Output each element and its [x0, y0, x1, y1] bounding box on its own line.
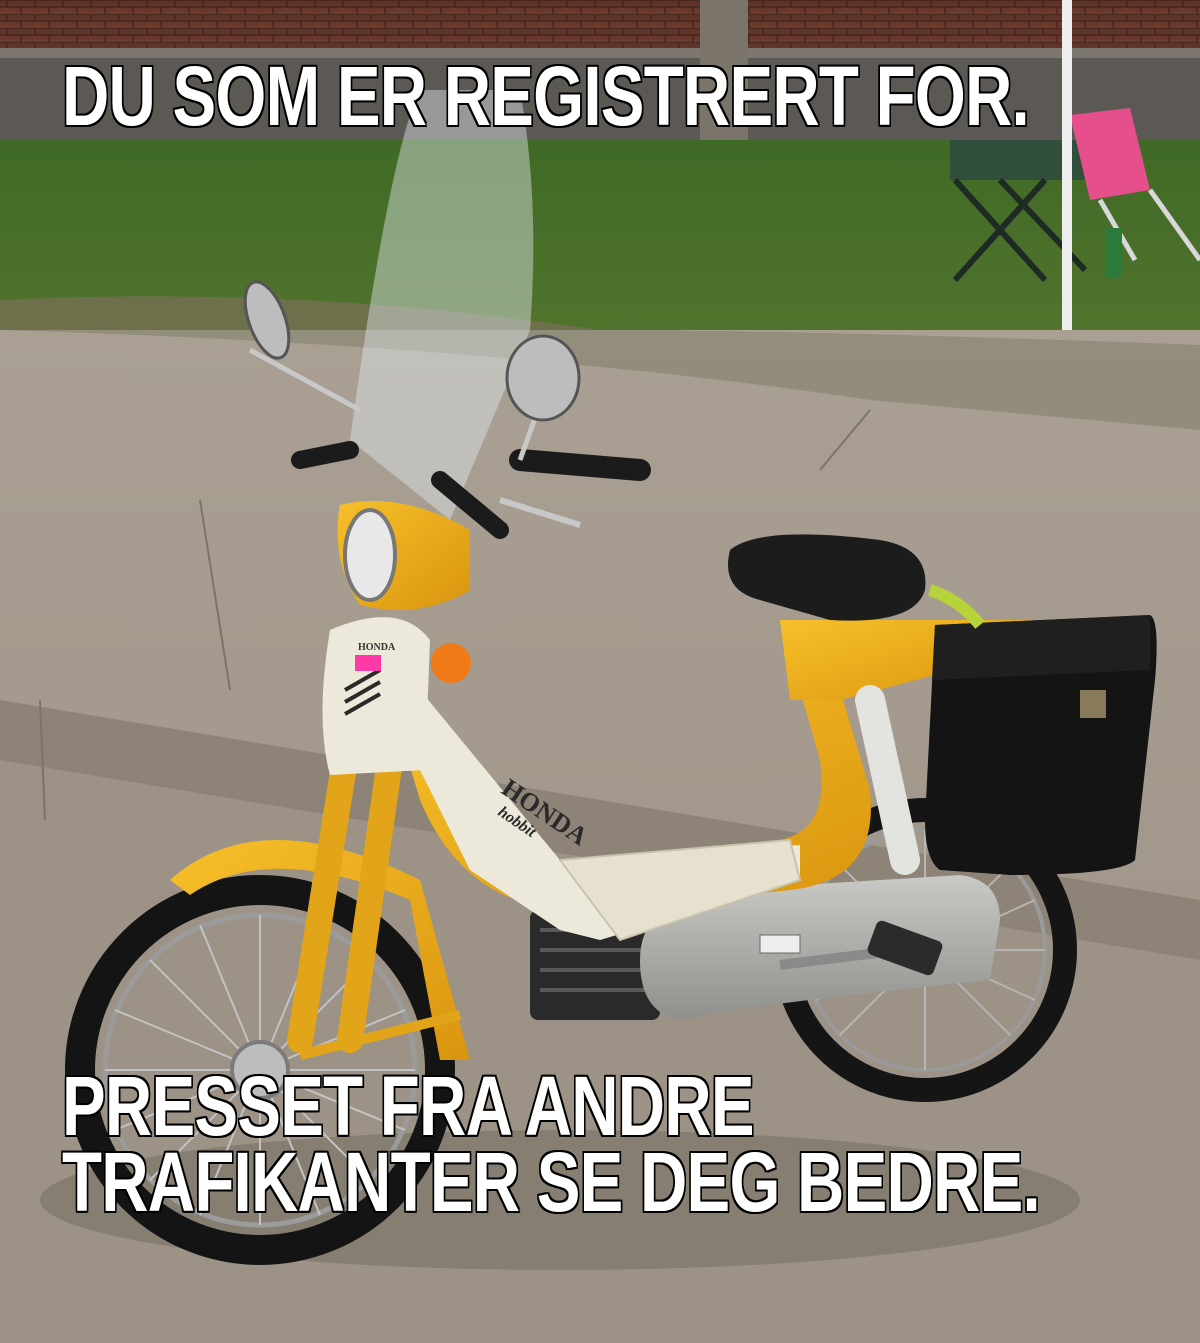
- turn-signal: [431, 643, 471, 683]
- right-mirror: [505, 334, 581, 422]
- bottle: [1106, 228, 1122, 278]
- bag-latch: [1080, 690, 1106, 718]
- bottom-caption: PRESSET FRA ANDRE TRAFIKANTER SE DEG BED…: [62, 1059, 1041, 1229]
- brick-wall: [0, 0, 1200, 52]
- price-sticker: [355, 655, 381, 671]
- bottom-caption-line-1: PRESSET FRA ANDRE: [62, 1059, 755, 1153]
- headlight: [343, 508, 397, 602]
- bottom-caption-line-2: TRAFIKANTER SE DEG BEDRE.: [62, 1135, 1041, 1229]
- meme-image: HONDA hobbit HONDA DU SOM ER REGISTRERT …: [0, 0, 1200, 1343]
- headset-badge: HONDA: [358, 642, 396, 653]
- saddlebag: [925, 615, 1157, 875]
- top-caption: DU SOM ER REGISTRERT FOR.: [62, 49, 1030, 143]
- tent-pole: [1062, 0, 1072, 330]
- right-grip: [509, 449, 651, 481]
